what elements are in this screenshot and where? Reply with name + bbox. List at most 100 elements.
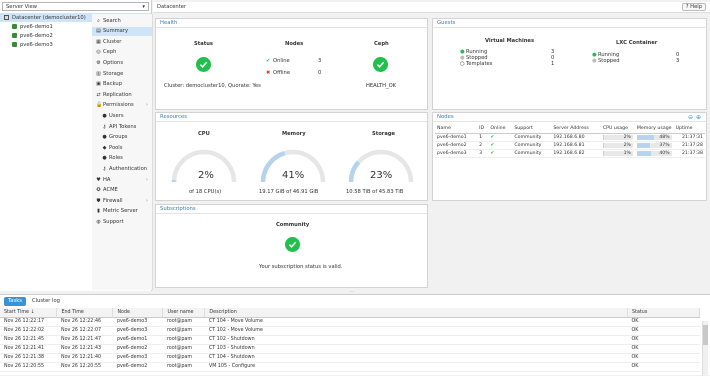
menu-item-summary[interactable]: ▤Summary bbox=[92, 27, 152, 36]
menu-item-pools[interactable]: ◆Pools bbox=[92, 143, 152, 152]
online-check-icon: ✔ bbox=[266, 58, 270, 64]
table-row[interactable]: pve6-demo22✔Community192.168.6.812%37%21… bbox=[435, 141, 705, 149]
page-title: Datacenter bbox=[157, 4, 186, 10]
column-header[interactable]: Online bbox=[488, 125, 512, 133]
menu-item-permissions[interactable]: 🔓Permissions› bbox=[92, 101, 152, 110]
table-cell: Nov 26 12:22:02 bbox=[0, 326, 57, 335]
table-row[interactable]: Nov 26 12:21:38Nov 26 12:21:40pve6-demo3… bbox=[0, 353, 700, 362]
table-row[interactable]: pve6-demo11✔Community192.168.6.802%48%21… bbox=[435, 133, 705, 141]
bar-fill bbox=[637, 135, 654, 140]
column-header[interactable]: Status bbox=[628, 308, 700, 317]
menu-item-groups[interactable]: ●Groups bbox=[92, 133, 152, 142]
table-row[interactable]: Nov 26 12:22:02Nov 26 12:22:07pve6-demo3… bbox=[0, 326, 700, 335]
column-header[interactable]: Description bbox=[205, 308, 628, 317]
cpu-usage-bar: 1% bbox=[603, 151, 633, 156]
menu-item-cluster[interactable]: ▦Cluster bbox=[92, 37, 152, 46]
column-header[interactable]: Name bbox=[435, 125, 477, 133]
table-cell: Community bbox=[512, 149, 551, 157]
chevron-icon: › bbox=[146, 177, 148, 183]
table-cell: OK bbox=[628, 335, 700, 344]
datacenter-icon bbox=[4, 15, 9, 20]
table-cell: 21:37:28 bbox=[674, 141, 705, 149]
datacenter-menu: ⌕Search ▤Summary▦Cluster ◎Ceph⚙Options ▥Sto… bbox=[92, 14, 153, 290]
retweet-icon: ⇄ bbox=[96, 92, 101, 98]
menu-item-authentication[interactable]: ⚷Authentication bbox=[92, 164, 152, 173]
chevron-icon: › bbox=[146, 198, 148, 204]
male-icon: ● bbox=[102, 155, 107, 161]
table-row[interactable]: Nov 26 12:20:55Nov 26 12:20:55pve6-demo2… bbox=[0, 362, 700, 371]
cpu-label: CPU bbox=[198, 131, 210, 137]
column-header[interactable]: ID bbox=[477, 125, 488, 133]
menu-item-backup[interactable]: ▣Backup bbox=[92, 80, 152, 89]
menu-item-replication[interactable]: ⇄Replication bbox=[92, 90, 152, 99]
menu-item-options[interactable]: ⚙Options bbox=[92, 58, 152, 67]
users-icon: ● bbox=[102, 134, 107, 140]
ceph-icon: ◎ bbox=[96, 49, 101, 55]
table-cell: 1 bbox=[477, 133, 488, 141]
lxc-stopped-count: 3 bbox=[676, 58, 679, 64]
status-label: Status bbox=[194, 41, 213, 47]
column-header[interactable]: User name bbox=[163, 308, 205, 317]
menu-item-users[interactable]: ●Users bbox=[92, 111, 152, 120]
menu-item-label: Storage bbox=[103, 71, 123, 77]
column-header[interactable]: Start Time ↓ bbox=[0, 308, 57, 317]
heartbeat-icon: ♥ bbox=[96, 177, 101, 183]
resources-panel: Resources CPU 2% of 18 CPU(s) Memory 41%… bbox=[155, 112, 428, 201]
column-header[interactable]: Node bbox=[113, 308, 163, 317]
subscriptions-panel: Subscriptions Community Your subscriptio… bbox=[155, 204, 428, 288]
server-icon: ▦ bbox=[96, 39, 101, 45]
user-icon: ● bbox=[102, 113, 107, 119]
scrollbar[interactable] bbox=[702, 321, 708, 376]
column-header[interactable]: Memory usage bbox=[635, 125, 674, 133]
table-row[interactable]: Nov 26 12:22:17Nov 26 12:22:46pve6-demo3… bbox=[0, 317, 700, 326]
lxc-title: LXC Container bbox=[616, 40, 657, 46]
column-header[interactable]: End Time bbox=[57, 308, 113, 317]
table-cell: Nov 26 12:20:55 bbox=[57, 362, 113, 371]
menu-item-acme[interactable]: ✪ACME bbox=[92, 186, 152, 195]
column-header[interactable]: Server Address bbox=[551, 125, 601, 133]
menu-item-metric-server[interactable]: ▮Metric Server bbox=[92, 207, 152, 216]
server-view-select[interactable]: Server View ▾ bbox=[2, 2, 149, 11]
column-header[interactable]: Uptime bbox=[674, 125, 705, 133]
task-log-panel: Tasks Cluster log Start Time ↓End TimeNo… bbox=[0, 294, 710, 375]
tab-cluster-log[interactable]: Cluster log bbox=[28, 297, 64, 306]
table-row[interactable]: Nov 26 12:21:45Nov 26 12:21:47pve6-demo1… bbox=[0, 335, 700, 344]
online-label: Online bbox=[273, 58, 290, 64]
menu-item-firewall[interactable]: ⛊Firewall› bbox=[92, 196, 152, 205]
splitter-handle[interactable]: ··· bbox=[350, 290, 360, 293]
gear-icon: ⚙ bbox=[96, 60, 101, 66]
content-header: Datacenter ? Help bbox=[153, 2, 710, 13]
menu-item-api-tokens[interactable]: ⚷API Tokens bbox=[92, 122, 152, 131]
panel-title: Nodes bbox=[433, 113, 706, 122]
expand-icon[interactable]: ⊕ bbox=[696, 114, 701, 121]
table-row[interactable]: Nov 26 12:21:41Nov 26 12:21:43pve6-demo2… bbox=[0, 344, 700, 353]
online-check-icon: ✔ bbox=[490, 143, 494, 148]
table-cell: 21:37:38 bbox=[674, 149, 705, 157]
offline-count: 0 bbox=[318, 70, 321, 76]
collapse-icon[interactable]: ⊖ bbox=[688, 114, 693, 121]
column-header[interactable]: CPU usage bbox=[601, 125, 635, 133]
help-button[interactable]: ? Help bbox=[682, 3, 706, 11]
unlock-icon: 🔓 bbox=[96, 102, 101, 108]
menu-item-ceph[interactable]: ◎Ceph bbox=[92, 48, 152, 57]
bar-chart-icon: ▮ bbox=[96, 208, 101, 214]
menu-item-roles[interactable]: ●Roles bbox=[92, 154, 152, 163]
table-cell: OK bbox=[628, 353, 700, 362]
menu-item-label: Authentication bbox=[109, 166, 147, 172]
table-cell: CT 103 - Shutdown bbox=[205, 344, 628, 353]
mem-usage-bar: 40% bbox=[637, 151, 672, 156]
tab-tasks[interactable]: Tasks bbox=[4, 297, 26, 306]
menu-item-search[interactable]: ⌕Search bbox=[92, 16, 152, 25]
menu-item-support[interactable]: ◍Support bbox=[92, 217, 152, 226]
table-cell: root@pam bbox=[163, 353, 205, 362]
table-cell: CT 102 - Shutdown bbox=[205, 335, 628, 344]
mem-usage-bar: 48% bbox=[637, 135, 672, 140]
table-cell: VM 105 - Configure bbox=[205, 362, 628, 371]
table-row[interactable]: pve6-demo33✔Community192.168.6.821%40%21… bbox=[435, 149, 705, 157]
column-header[interactable]: Support bbox=[512, 125, 551, 133]
table-cell: 2 bbox=[477, 141, 488, 149]
menu-item-ha[interactable]: ♥HA› bbox=[92, 175, 152, 184]
table-cell: OK bbox=[628, 344, 700, 353]
table-cell: Nov 26 12:22:07 bbox=[57, 326, 113, 335]
menu-item-storage[interactable]: ▥Storage bbox=[92, 69, 152, 78]
